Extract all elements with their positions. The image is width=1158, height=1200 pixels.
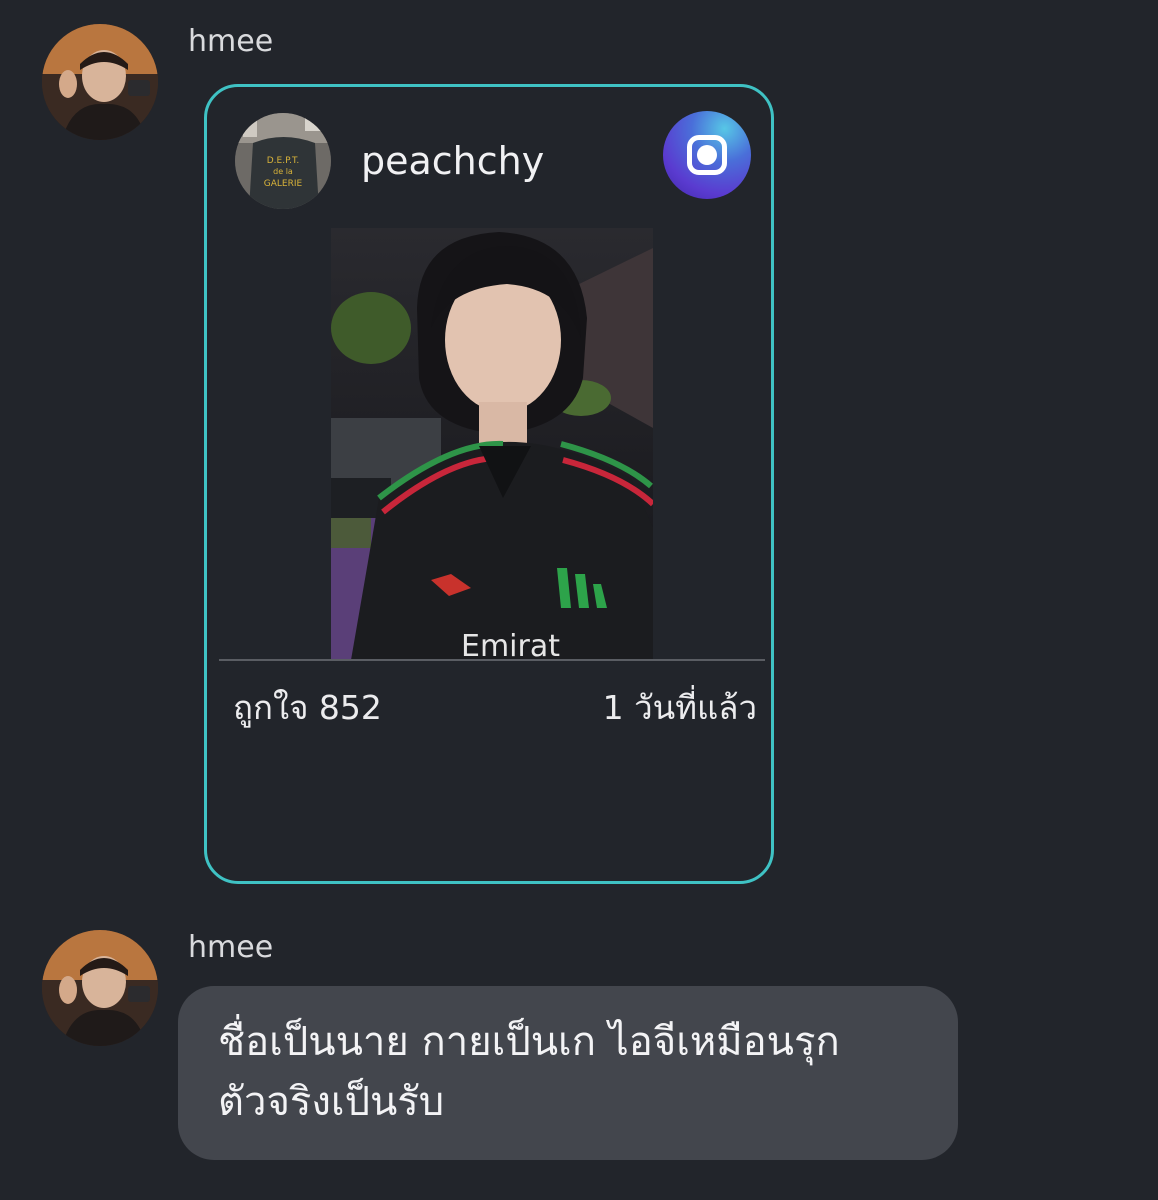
sender-name: hmee bbox=[188, 930, 274, 965]
chat-screen: hmee D.E.P.T. de la GALERIE peachchy Emi… bbox=[0, 0, 1158, 1200]
post-time-ago: 1 วันที่แล้ว bbox=[602, 688, 757, 727]
likes-count: ถูกใจ 852 bbox=[233, 688, 382, 727]
svg-text:de la: de la bbox=[273, 167, 293, 176]
sender-name: hmee bbox=[188, 24, 274, 59]
poster-avatar-photo: D.E.P.T. de la GALERIE bbox=[235, 113, 331, 209]
svg-text:GALERIE: GALERIE bbox=[264, 179, 303, 189]
sender-avatar-photo bbox=[42, 24, 158, 140]
sender-avatar[interactable] bbox=[42, 24, 158, 140]
post-photo[interactable]: Emirat bbox=[331, 228, 653, 660]
message-bubble[interactable]: ชื่อเป็นนาย กายเป็นเก ไอจีเหมือนรุก ตัวจ… bbox=[178, 986, 958, 1160]
instagram-icon[interactable] bbox=[663, 111, 751, 199]
camera-glyph bbox=[687, 135, 727, 175]
camera-lens-dot bbox=[697, 145, 717, 165]
message-text: ชื่อเป็นนาย กายเป็นเก ไอจีเหมือนรุก ตัวจ… bbox=[218, 1019, 840, 1125]
post-photo-image: Emirat bbox=[331, 228, 653, 660]
svg-text:D.E.P.T.: D.E.P.T. bbox=[267, 156, 300, 166]
svg-text:Emirat: Emirat bbox=[461, 629, 560, 660]
poster-username[interactable]: peachchy bbox=[361, 139, 544, 183]
shared-post-card[interactable]: D.E.P.T. de la GALERIE peachchy Emirat ถ… bbox=[204, 84, 774, 884]
post-divider bbox=[219, 659, 765, 661]
poster-avatar[interactable]: D.E.P.T. de la GALERIE bbox=[235, 113, 331, 209]
sender-avatar[interactable] bbox=[42, 930, 158, 1046]
sender-avatar-photo bbox=[42, 930, 158, 1046]
